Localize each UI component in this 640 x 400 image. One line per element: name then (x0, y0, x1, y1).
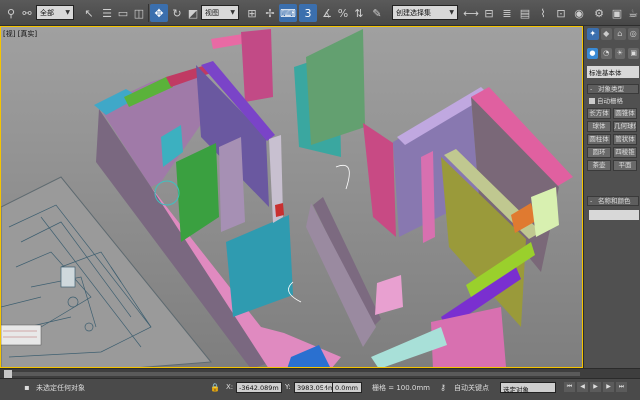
box-button[interactable]: 长方体 (587, 108, 611, 119)
create-tab-icon[interactable]: ✦ (587, 28, 599, 40)
render-setup-icon[interactable]: ⚙ (590, 4, 608, 22)
object-type-title: 对象类型 (598, 85, 624, 93)
y-coord-label: Y: (285, 383, 291, 391)
grid-size-text: 栅格 = 100.0mm (372, 384, 430, 392)
cameras-icon[interactable]: ▣ (628, 48, 639, 59)
time-slider[interactable] (0, 368, 640, 378)
spinner-snap-icon[interactable]: ⇅ (350, 4, 368, 22)
go-to-end-icon[interactable]: ⏭ (616, 382, 627, 392)
z-coord-value: 0.0mm (335, 384, 359, 392)
motion-tab-icon[interactable]: ◎ (627, 28, 639, 40)
geometry-icon[interactable]: ● (587, 48, 598, 59)
teapot-button[interactable]: 茶壶 (587, 160, 611, 171)
torus-button[interactable]: 圆环 (587, 147, 611, 158)
selection-filter-value: 全部 (40, 8, 54, 17)
curve-editor-icon[interactable]: ⌇ (534, 4, 552, 22)
keyboard-shortcut-icon[interactable]: ⌨ (279, 4, 297, 22)
geosphere-button[interactable]: 几何球体 (613, 121, 637, 132)
object-name-field[interactable] (589, 210, 639, 220)
viewport-shading-mode[interactable]: 真实 (20, 30, 34, 38)
pyramid-button[interactable]: 四棱锥 (613, 147, 637, 158)
key-icon[interactable]: ⚷ (438, 382, 448, 393)
z-coord-label: Z: (322, 383, 330, 391)
plane-button[interactable]: 平面 (613, 160, 637, 171)
autogrid-checkbox[interactable]: 自动栅格 (589, 95, 623, 105)
object-type-rollout[interactable]: - 对象类型 (587, 84, 639, 94)
selected-set-value: 选定对象 (503, 386, 529, 394)
autogrid-label: 自动栅格 (597, 97, 623, 105)
scene-3d (1, 27, 582, 367)
cylinder-button[interactable]: 圆柱体 (587, 134, 611, 145)
chevron-down-icon: ▼ (230, 9, 235, 16)
wall-right-column (421, 151, 435, 243)
command-panel-tabs: ✦ ◆ ⌂ ◎ (587, 28, 639, 42)
snap-value: 3 (304, 6, 312, 20)
select-manipulate-icon[interactable]: ✢ (261, 4, 279, 22)
time-track[interactable] (4, 372, 580, 376)
move-tool-icon[interactable]: ✥ (150, 4, 168, 22)
autokey-button[interactable]: 自动关键点 (454, 383, 489, 393)
maxscript-icon[interactable]: ▪ (22, 382, 32, 393)
graphite-tools-icon[interactable]: ▤ (516, 4, 534, 22)
z-coord-field[interactable]: 0.0mm (332, 382, 362, 393)
reference-coord-dropdown[interactable]: 视图 ▼ (201, 5, 239, 20)
named-selection-dropdown[interactable]: 创建选择集 ▼ (392, 5, 458, 20)
x-coord-value: -3642.089m (239, 384, 279, 392)
pivot-center-icon[interactable]: ⊞ (243, 4, 261, 22)
edit-named-selection-icon[interactable]: ✎ (368, 4, 386, 22)
align-icon[interactable]: ⊟ (480, 4, 498, 22)
snap-toggle-icon[interactable]: 3 (299, 4, 317, 22)
render-icon[interactable]: ☕ (624, 4, 640, 22)
main-toolbar: ⚲ ⚯ 全部 ▼ ↖ ☰ ▭ ◫ ✥ ↻ ◩ 视图 ▼ ⊞ ✢ ⌨ 3 ∡ % ⇅ … (0, 0, 640, 26)
name-color-title: 名称和颜色 (598, 197, 631, 205)
select-object-icon[interactable]: ↖ (80, 4, 98, 22)
x-coord-field[interactable]: -3642.089m (236, 382, 282, 393)
marker-red (275, 203, 284, 217)
selected-set-dropdown[interactable]: 选定对象 (500, 382, 556, 394)
wall-lilac (219, 137, 245, 232)
schematic-view-icon[interactable]: ⊡ (552, 4, 570, 22)
viewport-label[interactable]: [视] [真实] (3, 29, 37, 39)
perspective-viewport[interactable]: [视] [真实] (0, 26, 583, 368)
reference-coord-value: 视图 (205, 8, 219, 17)
chevron-down-icon: ▼ (449, 9, 454, 16)
viewport-view-name[interactable]: 视 (6, 30, 13, 38)
cone-button[interactable]: 圆锥体 (613, 108, 637, 119)
selection-filter-dropdown[interactable]: 全部 ▼ (36, 5, 74, 20)
next-frame-icon[interactable]: ▶ (603, 382, 614, 392)
shapes-icon[interactable]: ◔ (600, 48, 612, 59)
selection-status-text: 未选定任何对象 (36, 384, 85, 392)
layer-manager-icon[interactable]: ≣ (498, 4, 516, 22)
chevron-down-icon: ▼ (65, 9, 70, 16)
x-coord-label: X: (226, 383, 234, 391)
status-bar: ▪ 未选定任何对象 🔒 X: -3642.089m Y: 3983.054m Z… (0, 378, 640, 400)
category-dropdown-value: 标准基本体 (589, 69, 622, 77)
create-category-icons: ● ◔ ☀ ▣ (587, 48, 639, 62)
scale-tool-icon[interactable]: ◩ (184, 4, 202, 22)
command-panel: ✦ ◆ ⌂ ◎ ● ◔ ☀ ▣ 标准基本体 - 对象类型 自动栅格 长方体 圆锥体… (583, 26, 640, 368)
hierarchy-tab-icon[interactable]: ⌂ (614, 28, 626, 40)
tube-button[interactable]: 管状体 (613, 134, 637, 145)
lock-selection-icon[interactable]: 🔒 (210, 382, 220, 393)
time-slider-thumb[interactable] (4, 370, 12, 378)
lights-icon[interactable]: ☀ (614, 48, 626, 59)
previous-frame-icon[interactable]: ◀ (577, 382, 588, 392)
mirror-icon[interactable]: ⟷ (462, 4, 480, 22)
sphere-button[interactable]: 球体 (587, 121, 611, 132)
material-editor-icon[interactable]: ◉ (570, 4, 588, 22)
window-crossing-icon[interactable]: ◫ (130, 4, 148, 22)
category-dropdown[interactable]: 标准基本体 (587, 66, 639, 78)
name-color-rollout[interactable]: - 名称和颜色 (587, 196, 639, 206)
named-selection-value: 创建选择集 (396, 8, 431, 17)
column-pink (241, 29, 273, 102)
bind-icon[interactable]: ⚯ (18, 4, 36, 22)
modify-tab-icon[interactable]: ◆ (600, 28, 612, 40)
play-icon[interactable]: ▶ (590, 382, 601, 392)
go-to-start-icon[interactable]: ⏮ (564, 382, 575, 392)
